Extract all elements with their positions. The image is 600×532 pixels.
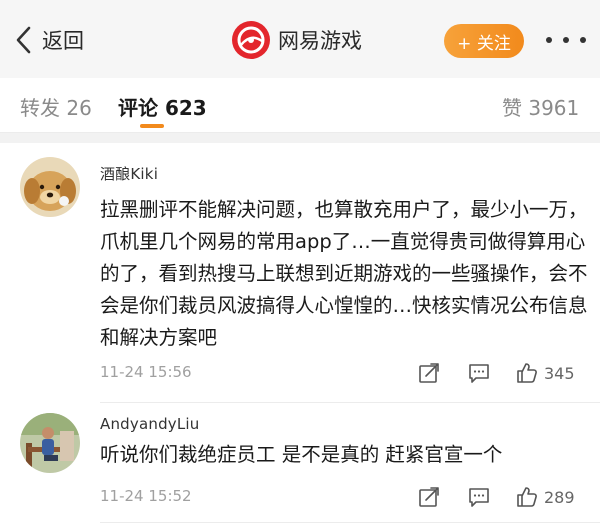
more-dot-icon	[580, 37, 586, 43]
tab-reposts[interactable]: 转发 26	[20, 92, 92, 121]
chevron-left-icon	[16, 26, 31, 54]
like-button[interactable]: 289	[516, 485, 575, 509]
back-button[interactable]: 返回	[14, 22, 84, 58]
avatar[interactable]	[20, 157, 80, 217]
section-divider	[0, 133, 600, 143]
reply-button[interactable]	[468, 361, 490, 385]
thumbs-up-icon	[517, 487, 537, 507]
share-icon	[419, 487, 439, 507]
reply-button[interactable]	[468, 485, 490, 509]
account-brand[interactable]: 网易游戏	[232, 20, 362, 60]
comment-icon	[469, 488, 489, 507]
comment-time: 11-24 15:52	[100, 487, 192, 505]
thumbs-up-icon	[517, 363, 537, 383]
comment-footer: 11-24 15:52 289	[100, 485, 588, 509]
netease-logo-icon	[232, 21, 270, 59]
more-dot-icon	[546, 37, 552, 43]
tab-likes[interactable]: 赞 3961	[502, 92, 579, 121]
active-tab-indicator	[140, 124, 164, 128]
tab-bar: 转发 26 评论 623 赞 3961	[0, 78, 600, 133]
more-dot-icon	[563, 37, 569, 43]
comment-username[interactable]: 酒酿Kiki	[100, 163, 588, 184]
more-options-button[interactable]	[546, 30, 586, 50]
follow-button[interactable]: + 关注	[444, 24, 524, 58]
comment-icon	[469, 364, 489, 383]
comment-divider	[100, 402, 600, 403]
tab-comments[interactable]: 评论 623	[118, 92, 207, 121]
share-icon	[419, 363, 439, 383]
comment-divider	[100, 522, 600, 523]
comment-body: AndyandyLiu 听说你们裁绝症员工 是不是真的 赶紧官宣一个	[100, 415, 588, 471]
share-button[interactable]	[418, 485, 440, 509]
back-label: 返回	[42, 29, 84, 53]
account-name: 网易游戏	[278, 29, 362, 53]
comment-body: 酒酿Kiki 拉黑删评不能解决问题，也算散充用户了，最少小一万，爪机里几个网易的…	[100, 163, 588, 354]
share-button[interactable]	[418, 361, 440, 385]
comment-footer: 11-24 15:56 345	[100, 361, 588, 385]
comment-time: 11-24 15:56	[100, 363, 192, 381]
comment-text: 听说你们裁绝症员工 是不是真的 赶紧官宣一个	[100, 443, 503, 466]
like-button[interactable]: 345	[516, 361, 575, 385]
comment-text: 拉黑删评不能解决问题，也算散充用户了，最少小一万，爪机里几个网易的常用app了……	[100, 198, 588, 349]
top-navigation-bar: 返回 网易游戏 + 关注	[0, 0, 600, 78]
avatar[interactable]	[20, 413, 80, 473]
comment-username[interactable]: AndyandyLiu	[100, 415, 588, 433]
like-count: 289	[544, 487, 575, 507]
like-count: 345	[544, 363, 575, 383]
